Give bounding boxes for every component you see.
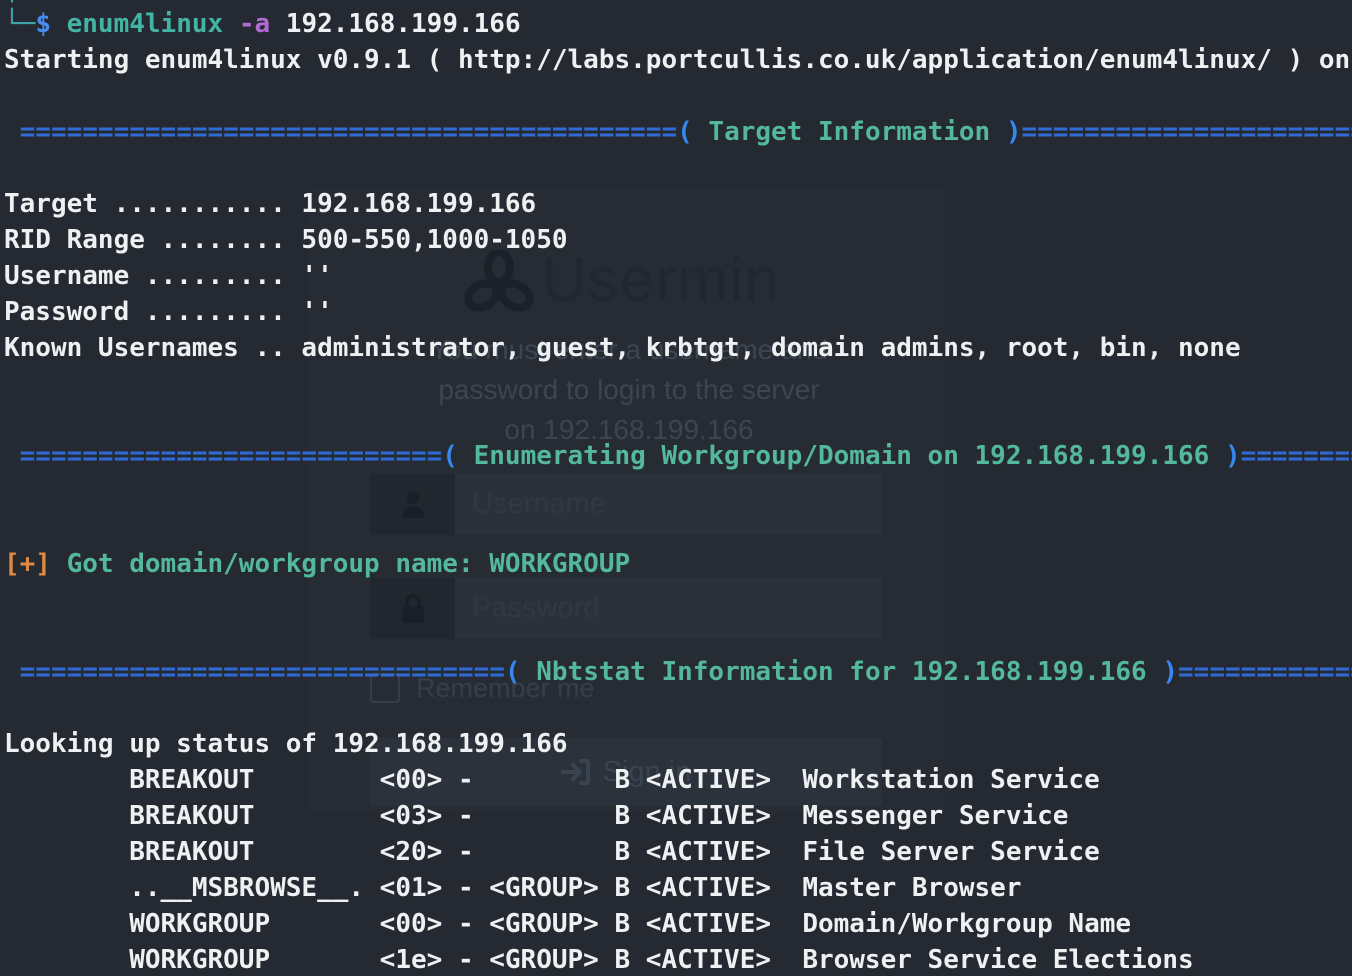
terminal-line (4, 474, 1352, 510)
terminal-line: RID Range ........ 500-550,1000-1050 (4, 222, 1352, 258)
terminal-line (4, 78, 1352, 114)
terminal-line (4, 366, 1352, 402)
terminal-line: Starting enum4linux v0.9.1 ( http://labs… (4, 42, 1352, 78)
terminal-line: ===========================( Enumerating… (4, 438, 1352, 474)
terminal-line (4, 690, 1352, 726)
terminal-line: ===============================( Nbtstat… (4, 654, 1352, 690)
terminal-line: Known Usernames .. administrator, guest,… (4, 330, 1352, 366)
terminal-line (4, 402, 1352, 438)
terminal-output[interactable]: ┌──(kali㉿kali)-[~]└─$ enum4linux -a 192.… (4, 0, 1352, 976)
terminal-line: Password ......... '' (4, 294, 1352, 330)
terminal-line: WORKGROUP <00> - <GROUP> B <ACTIVE> Doma… (4, 906, 1352, 942)
terminal-line: BREAKOUT <00> - B <ACTIVE> Workstation S… (4, 762, 1352, 798)
terminal-line (4, 150, 1352, 186)
terminal-line: ..__MSBROWSE__. <01> - <GROUP> B <ACTIVE… (4, 870, 1352, 906)
terminal-line: WORKGROUP <1e> - <GROUP> B <ACTIVE> Brow… (4, 942, 1352, 976)
terminal-line: BREAKOUT <03> - B <ACTIVE> Messenger Ser… (4, 798, 1352, 834)
terminal-line (4, 618, 1352, 654)
screen: Usermin You must enter a username and pa… (0, 0, 1352, 976)
terminal-line: [+] Got domain/workgroup name: WORKGROUP (4, 546, 1352, 582)
terminal-line: Looking up status of 192.168.199.166 (4, 726, 1352, 762)
terminal-line (4, 510, 1352, 546)
terminal-line: Username ......... '' (4, 258, 1352, 294)
terminal-line: Target ........... 192.168.199.166 (4, 186, 1352, 222)
terminal-line: └─$ enum4linux -a 192.168.199.166 (4, 6, 1352, 42)
terminal-line: ========================================… (4, 114, 1352, 150)
terminal-line: BREAKOUT <20> - B <ACTIVE> File Server S… (4, 834, 1352, 870)
terminal-line (4, 582, 1352, 618)
